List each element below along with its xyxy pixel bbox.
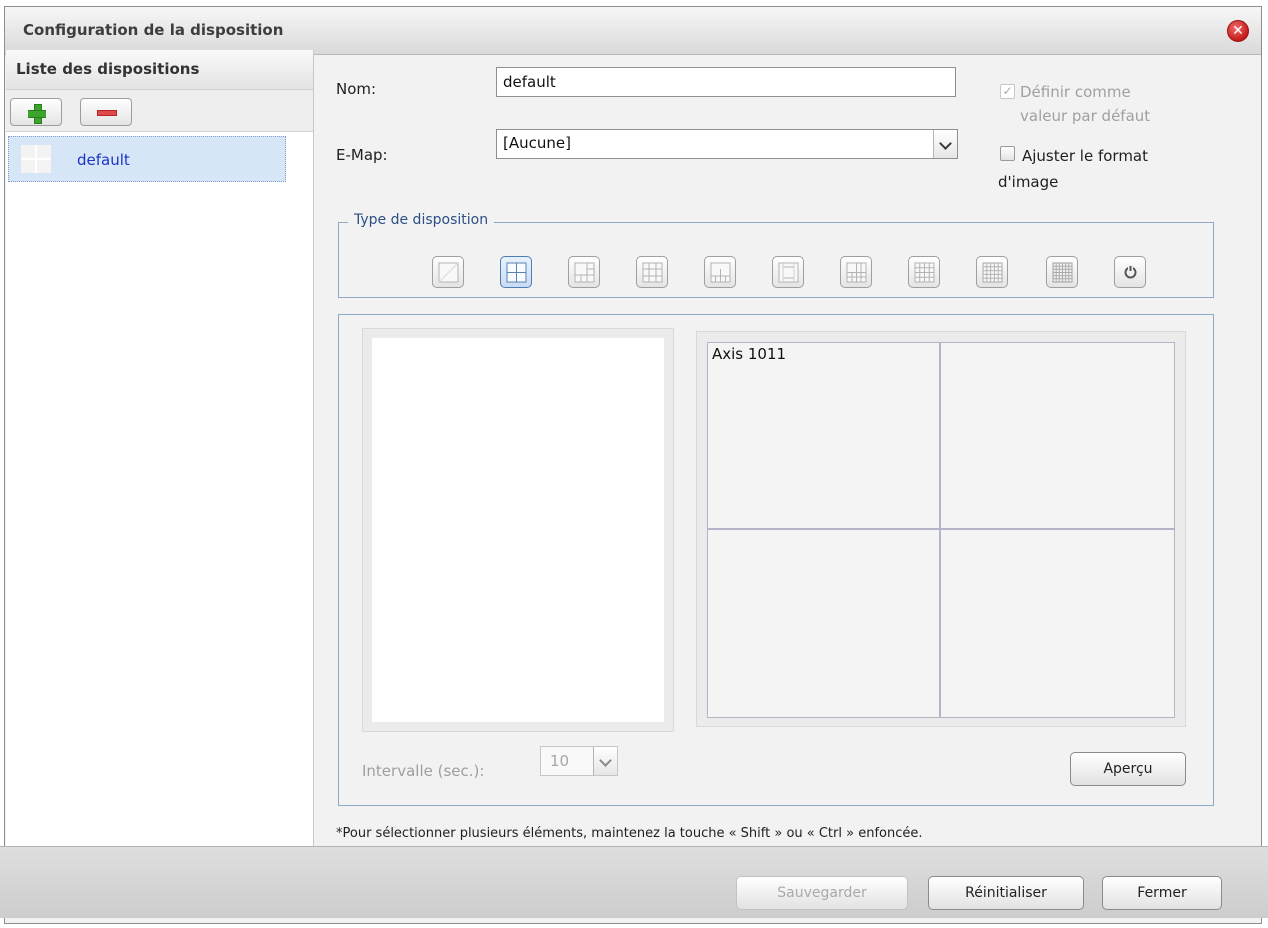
layout-1plus7-button[interactable] — [704, 256, 736, 288]
layout-cell[interactable] — [941, 530, 1174, 717]
chevron-down-icon[interactable] — [593, 747, 617, 775]
layout-single-button[interactable] — [432, 256, 464, 288]
layout-cell[interactable] — [708, 530, 941, 717]
dialog-title: Configuration de la disposition — [23, 21, 284, 39]
aspect-ratio-label: Ajuster le format d'image — [998, 147, 1149, 191]
emap-dropdown[interactable]: [Aucune] — [496, 129, 958, 159]
layout-list-panel: Liste des dispositions default — [6, 50, 314, 846]
layout-1plus5-icon — [574, 262, 595, 283]
layout-list-header: Liste des dispositions — [6, 50, 313, 90]
layout-3x3-button[interactable] — [636, 256, 668, 288]
close-icon[interactable]: ✕ — [1227, 20, 1249, 42]
layout-1plus12-button[interactable] — [772, 256, 804, 288]
remove-layout-button[interactable] — [80, 98, 132, 126]
name-input[interactable] — [496, 67, 956, 97]
layout-2x2-icon — [506, 262, 527, 283]
layout-6x6-button[interactable] — [1046, 256, 1078, 288]
layout-4x4-grid-button[interactable] — [908, 256, 940, 288]
layout-preview-frame: Axis 1011 — [696, 331, 1186, 727]
layout-cell[interactable] — [941, 343, 1174, 530]
multi-select-hint: *Pour sélectionner plusieurs éléments, m… — [336, 826, 923, 841]
name-label: Nom: — [336, 80, 377, 98]
layout-rotate-button[interactable] — [1114, 256, 1146, 288]
layout-4x4-icon — [846, 262, 867, 283]
layout-6x6-icon — [1052, 262, 1073, 283]
add-layout-button[interactable] — [10, 98, 62, 126]
plus-icon — [28, 104, 46, 124]
layout-list-item[interactable]: default — [8, 136, 286, 182]
interval-label: Intervalle (sec.): — [362, 762, 485, 780]
layout-4x4-button[interactable] — [840, 256, 872, 288]
layout-2x2-button[interactable] — [500, 256, 532, 288]
grid-layout-icon — [21, 145, 51, 173]
layout-cell[interactable]: Axis 1011 — [708, 343, 941, 530]
layout-3x3-icon — [642, 262, 663, 283]
layout-5x5-button[interactable] — [976, 256, 1008, 288]
default-layout-checkbox[interactable]: ✓ — [1000, 84, 1015, 99]
layout-5x5-icon — [982, 262, 1003, 283]
minus-icon — [97, 110, 117, 116]
interval-value: 10 — [550, 752, 570, 770]
emap-label: E-Map: — [336, 146, 388, 164]
rotate-icon — [1124, 265, 1137, 279]
layout-type-legend: Type de disposition — [348, 212, 495, 228]
default-layout-label: Définir comme valeur par défaut — [1020, 83, 1151, 125]
layout-4x4-grid-icon — [914, 262, 935, 283]
layout-list-title: Liste des dispositions — [16, 60, 200, 78]
camera-list[interactable] — [372, 338, 664, 722]
close-button[interactable]: Fermer — [1102, 876, 1222, 910]
layout-list-toolbar — [6, 90, 313, 132]
reset-button[interactable]: Réinitialiser — [928, 876, 1084, 910]
chevron-down-icon[interactable] — [933, 130, 957, 158]
layout-1plus12-icon — [778, 262, 799, 283]
cell-camera-label: Axis 1011 — [712, 345, 787, 363]
emap-selected-value: [Aucune] — [503, 134, 571, 152]
save-button[interactable]: Sauvegarder — [736, 876, 908, 910]
layout-1plus5-button[interactable] — [568, 256, 600, 288]
layout-1plus7-icon — [710, 262, 731, 283]
title-bar: Configuration de la disposition ✕ — [5, 7, 1261, 55]
interval-dropdown[interactable]: 10 — [540, 746, 618, 776]
camera-list-frame — [362, 328, 674, 732]
layout-single-icon — [438, 262, 459, 283]
layout-grid: Axis 1011 — [707, 342, 1175, 718]
preview-button[interactable]: Aperçu — [1070, 752, 1186, 786]
layout-item-label: default — [77, 151, 130, 169]
